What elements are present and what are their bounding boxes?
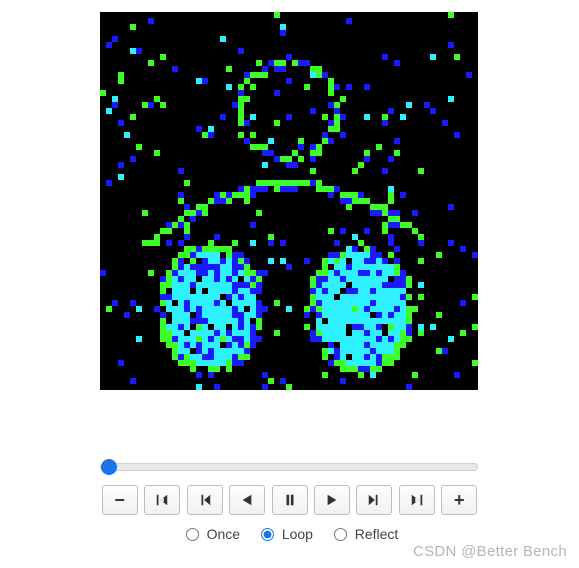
skip-back-icon [155,493,169,507]
frame-slider-container [100,458,478,478]
loop-once-option[interactable]: Once [181,526,244,542]
loop-reflect-option[interactable]: Reflect [329,526,398,542]
loop-mode-group: Once Loop Reflect [0,525,579,542]
prev-frame-button[interactable] [187,485,223,515]
plus-icon: + [454,491,465,509]
watermark-text: CSDN @Better Bench [413,543,567,560]
frame-slider[interactable] [100,463,478,471]
loop-loop-option[interactable]: Loop [256,526,317,542]
skip-forward-icon [410,493,424,507]
next-frame-button[interactable] [356,485,392,515]
playback-controls: − + [0,485,579,515]
step-back-icon [198,493,212,507]
loop-once-label: Once [207,526,240,542]
loop-loop-radio[interactable] [261,528,274,541]
step-forward-icon [367,493,381,507]
loop-reflect-label: Reflect [355,526,399,542]
pause-button[interactable] [272,485,308,515]
loop-loop-label: Loop [282,526,313,542]
loop-once-radio[interactable] [186,528,199,541]
pause-icon [283,493,297,507]
play-icon [325,493,339,507]
animation-frame [100,12,478,390]
slower-button[interactable]: − [102,485,138,515]
loop-reflect-radio[interactable] [334,528,347,541]
minus-icon: − [114,491,125,509]
play-reverse-button[interactable] [229,485,265,515]
first-frame-button[interactable] [144,485,180,515]
play-reverse-icon [240,493,254,507]
faster-button[interactable]: + [441,485,477,515]
play-button[interactable] [314,485,350,515]
last-frame-button[interactable] [399,485,435,515]
